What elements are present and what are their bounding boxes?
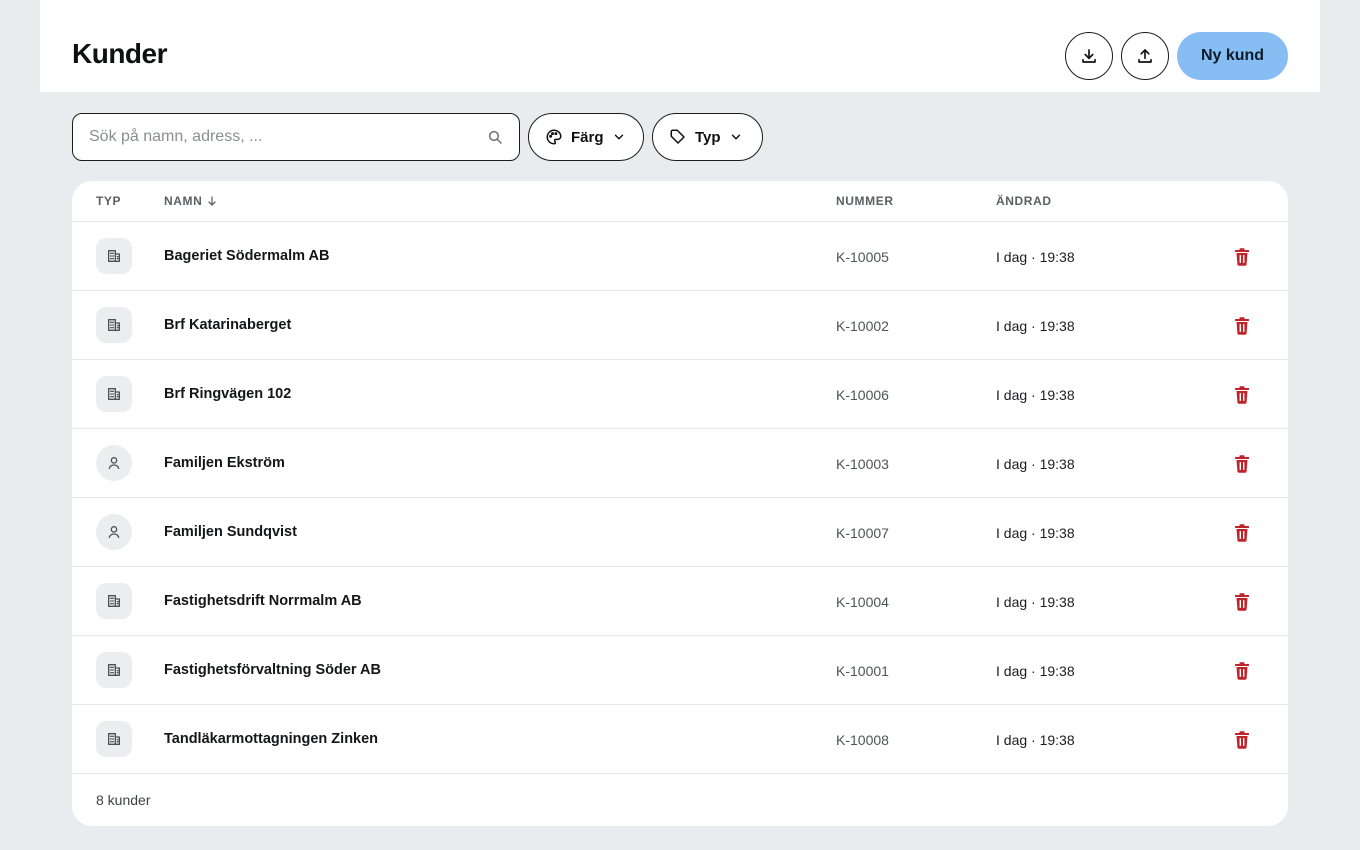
customer-number: K-10006 xyxy=(836,387,889,403)
customer-name: Tandläkarmottagningen Zinken xyxy=(164,731,379,747)
filter-color-dropdown[interactable]: Färg xyxy=(528,113,644,161)
column-header-changed: ÄNDRAD xyxy=(996,194,1052,208)
page-header: Kunder Ny kund xyxy=(40,0,1320,92)
search-icon[interactable] xyxy=(487,129,503,145)
column-header-name[interactable]: NAMN xyxy=(164,194,218,208)
delete-button[interactable] xyxy=(1232,592,1252,612)
person-icon xyxy=(108,526,120,538)
building-icon xyxy=(108,595,120,607)
table-header: TYP NAMN NUMMER ÄNDRAD xyxy=(72,181,1288,222)
filter-color-label: Färg xyxy=(571,128,604,146)
trash-icon xyxy=(1235,248,1249,266)
customer-number: K-10008 xyxy=(836,732,889,748)
table-row[interactable]: Fastighetsförvaltning Söder AB K-10001 I… xyxy=(72,636,1288,705)
delete-button[interactable] xyxy=(1232,730,1252,750)
chevron-down-icon xyxy=(614,134,623,140)
customer-name: Familjen Sundqvist xyxy=(164,524,297,540)
customer-changed: I dag · 19:38 xyxy=(996,318,1075,334)
person-icon xyxy=(108,457,120,469)
column-header-changed-label: ÄNDRAD xyxy=(996,194,1052,208)
customer-name: Familjen Ekström xyxy=(164,455,285,471)
customer-number: K-10003 xyxy=(836,456,889,472)
download-icon xyxy=(1082,49,1096,63)
delete-button[interactable] xyxy=(1232,661,1252,681)
customer-number: K-10002 xyxy=(836,318,889,334)
type-badge xyxy=(96,376,132,412)
customer-number: K-10004 xyxy=(836,594,889,610)
customer-count: 8 kunder xyxy=(96,792,151,808)
chevron-down-icon xyxy=(731,134,740,140)
customer-number: K-10001 xyxy=(836,663,889,679)
search-box[interactable] xyxy=(72,113,520,161)
delete-button[interactable] xyxy=(1232,316,1252,336)
trash-icon xyxy=(1235,593,1249,611)
tag-icon xyxy=(670,129,685,144)
customer-changed: I dag · 19:38 xyxy=(996,594,1075,610)
type-badge xyxy=(96,721,132,757)
type-badge xyxy=(96,583,132,619)
column-header-number: NUMMER xyxy=(836,194,894,208)
customer-table: TYP NAMN NUMMER ÄNDRAD Bageriet Södermal… xyxy=(72,181,1288,826)
building-icon xyxy=(108,664,120,676)
type-badge xyxy=(96,238,132,274)
page-title: Kunder xyxy=(72,38,168,69)
customer-changed: I dag · 19:38 xyxy=(996,387,1075,403)
customer-name: Bageriet Södermalm AB xyxy=(164,248,330,264)
building-icon xyxy=(108,733,120,745)
upload-icon xyxy=(1138,49,1152,63)
customer-name: Brf Ringvägen 102 xyxy=(164,386,292,402)
column-header-name-label: NAMN xyxy=(164,194,203,208)
search-input[interactable] xyxy=(89,114,469,159)
table-row[interactable]: Brf Ringvägen 102 K-10006 I dag · 19:38 xyxy=(72,360,1288,429)
column-header-type: TYP xyxy=(96,194,121,208)
table-row[interactable]: Fastighetsdrift Norrmalm AB K-10004 I da… xyxy=(72,567,1288,636)
building-icon xyxy=(108,250,120,262)
type-badge xyxy=(96,445,132,481)
trash-icon xyxy=(1235,524,1249,542)
filter-type-label: Typ xyxy=(695,128,721,146)
column-header-type-label: TYP xyxy=(96,194,122,208)
upload-button[interactable] xyxy=(1121,32,1169,80)
type-badge xyxy=(96,652,132,688)
download-button[interactable] xyxy=(1065,32,1113,80)
customer-changed: I dag · 19:38 xyxy=(996,663,1075,679)
customer-number: K-10007 xyxy=(836,525,889,541)
delete-button[interactable] xyxy=(1232,385,1252,405)
customer-name: Fastighetsförvaltning Söder AB xyxy=(164,662,381,678)
customer-changed: I dag · 19:38 xyxy=(996,525,1075,541)
customer-name: Brf Katarinaberget xyxy=(164,317,292,333)
customer-changed: I dag · 19:38 xyxy=(996,456,1075,472)
customer-name: Fastighetsdrift Norrmalm AB xyxy=(164,593,362,609)
trash-icon xyxy=(1235,662,1249,680)
customer-changed: I dag · 19:38 xyxy=(996,249,1075,265)
trash-icon xyxy=(1235,455,1249,473)
delete-button[interactable] xyxy=(1232,247,1252,267)
table-row[interactable]: Tandläkarmottagningen Zinken K-10008 I d… xyxy=(72,705,1288,774)
palette-icon xyxy=(546,129,562,145)
customer-number: K-10005 xyxy=(836,249,889,265)
building-icon xyxy=(108,388,120,400)
trash-icon xyxy=(1235,731,1249,749)
delete-button[interactable] xyxy=(1232,454,1252,474)
new-customer-button[interactable]: Ny kund xyxy=(1177,32,1288,80)
trash-icon xyxy=(1235,317,1249,335)
table-row[interactable]: Bageriet Södermalm AB K-10005 I dag · 19… xyxy=(72,222,1288,291)
trash-icon xyxy=(1235,386,1249,404)
filter-type-dropdown[interactable]: Typ xyxy=(652,113,763,161)
table-row[interactable]: Brf Katarinaberget K-10002 I dag · 19:38 xyxy=(72,291,1288,360)
type-badge xyxy=(96,307,132,343)
table-row[interactable]: Familjen Sundqvist K-10007 I dag · 19:38 xyxy=(72,498,1288,567)
column-header-number-label: NUMMER xyxy=(836,194,894,208)
sort-arrow-down-icon xyxy=(208,196,217,206)
building-icon xyxy=(108,319,120,331)
delete-button[interactable] xyxy=(1232,523,1252,543)
customer-changed: I dag · 19:38 xyxy=(996,732,1075,748)
type-badge xyxy=(96,514,132,550)
table-row[interactable]: Familjen Ekström K-10003 I dag · 19:38 xyxy=(72,429,1288,498)
